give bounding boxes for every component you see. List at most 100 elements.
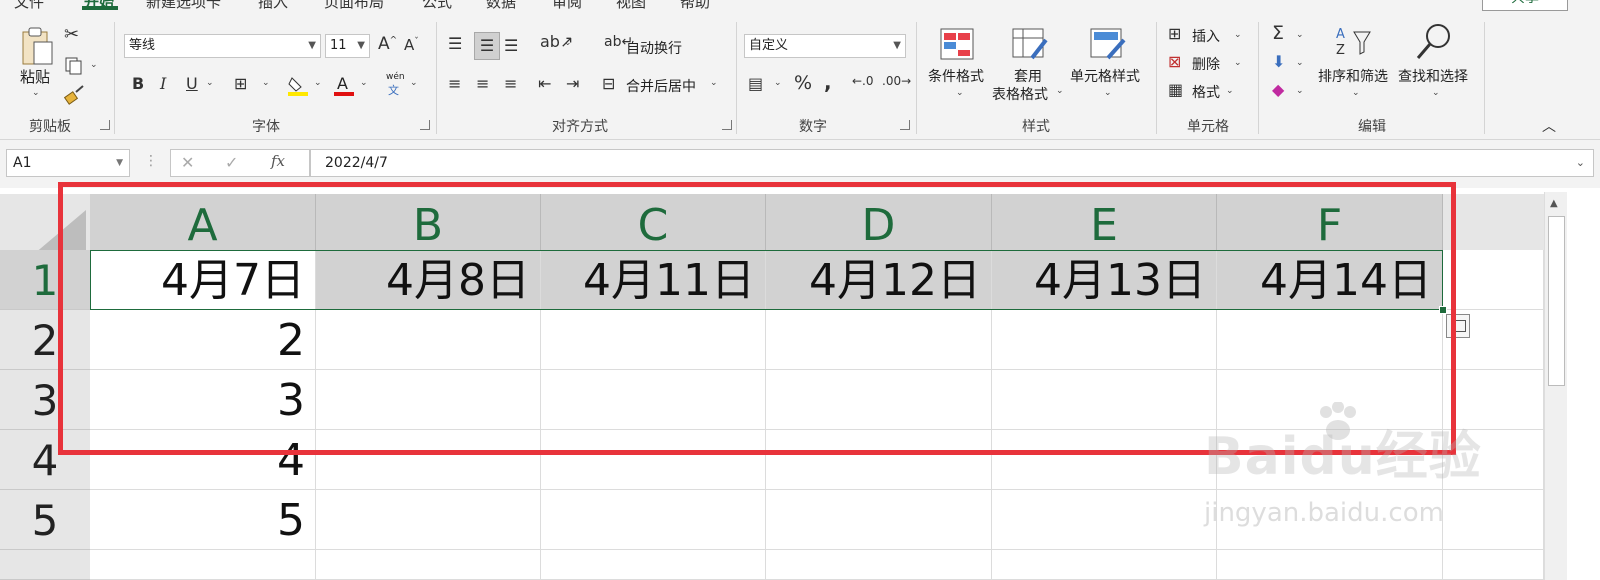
phonetic-dropdown-chevron-icon[interactable]: ⌄ [410,78,418,88]
fill-color-dropdown-chevron-icon[interactable]: ⌄ [314,78,322,88]
cell-a5[interactable]: 5 [90,490,316,550]
autosum-chevron-icon[interactable]: ⌄ [1296,30,1304,40]
sort-filter-icon[interactable]: A Z [1334,24,1374,62]
underline-icon[interactable]: U [186,74,198,93]
insert-cells-label[interactable]: 插入 [1192,26,1220,46]
insert-cells-icon[interactable]: ⊞ [1168,24,1181,43]
tab-file[interactable]: 文件 [14,0,44,12]
number-format-dropdown-icon[interactable]: ▼ [893,35,901,57]
autosum-icon[interactable]: Σ [1272,22,1284,44]
cell-b6[interactable] [316,550,541,580]
formula-bar-resize-icon[interactable]: ⋮ [144,153,158,169]
paste-icon[interactable] [20,26,56,68]
increase-font-size-icon[interactable]: A^ [378,34,397,54]
conditional-formatting-label[interactable]: 条件格式 [928,66,984,86]
align-bottom-icon[interactable]: ☰ [504,36,518,55]
cell-e5[interactable] [992,490,1217,550]
sort-filter-label[interactable]: 排序和筛选 [1318,66,1388,86]
merge-center-label[interactable]: 合并后居中 [626,76,696,96]
copy-dropdown-chevron-icon[interactable]: ⌄ [90,60,98,70]
cell-d6[interactable] [766,550,992,580]
cell-styles-label[interactable]: 单元格样式 [1070,66,1140,86]
paste-label[interactable]: 粘贴 [20,66,50,87]
tab-help[interactable]: 帮助 [680,0,710,12]
font-color-icon[interactable]: A [332,74,356,96]
font-dialog-launcher-icon[interactable] [420,120,430,130]
format-cells-label[interactable]: 格式 [1192,82,1220,102]
tab-new[interactable]: 新建选项卡 [146,0,221,12]
find-select-chevron-icon[interactable]: ⌄ [1432,88,1440,98]
clear-chevron-icon[interactable]: ⌄ [1296,86,1304,96]
insert-function-icon[interactable]: fx [271,152,285,170]
format-cells-chevron-icon[interactable]: ⌄ [1226,86,1234,96]
copy-icon[interactable] [64,56,84,76]
cell-g6[interactable] [1443,550,1544,580]
paste-dropdown-chevron-icon[interactable]: ⌄ [32,88,40,98]
insert-cells-chevron-icon[interactable]: ⌄ [1234,30,1242,40]
format-as-table-icon[interactable] [1012,28,1048,62]
borders-icon[interactable]: ⊞ [234,74,247,93]
decrease-font-size-icon[interactable]: Aˇ [404,36,419,54]
conditional-formatting-chevron-icon[interactable]: ⌄ [956,88,964,98]
decrease-decimal-icon[interactable]: .00→ [882,74,911,88]
comma-style-icon[interactable]: , [824,70,832,94]
align-left-icon[interactable]: ≡ [448,74,461,93]
alignment-dialog-launcher-icon[interactable] [722,120,732,130]
decrease-indent-icon[interactable]: ⇤ [538,74,551,93]
clipboard-dialog-launcher-icon[interactable] [100,120,110,130]
clear-icon[interactable]: ◆ [1272,80,1284,99]
wrap-text-label[interactable]: 自动换行 [626,38,682,58]
cancel-entry-icon[interactable]: ✕ [181,153,194,172]
sort-filter-chevron-icon[interactable]: ⌄ [1352,88,1360,98]
align-center-icon[interactable]: ≡ [476,74,489,93]
name-box-dropdown-icon[interactable]: ▼ [116,150,123,176]
row-header-5[interactable]: 5 [0,490,90,550]
align-right-icon[interactable]: ≡ [504,74,517,93]
find-select-icon[interactable] [1414,22,1454,62]
delete-cells-icon[interactable]: ⊠ [1168,52,1181,71]
align-top-icon[interactable]: ☰ [448,34,462,53]
cell-c5[interactable] [541,490,766,550]
merge-center-icon[interactable]: ⊟ [602,74,615,93]
expand-formula-bar-icon[interactable]: ⌄ [1576,150,1585,176]
format-as-table-label-2[interactable]: 表格格式 [992,84,1048,104]
format-as-table-label-1[interactable]: 套用 [1014,66,1042,86]
cut-icon[interactable]: ✂ [64,24,79,45]
column-header-g[interactable] [1443,194,1544,250]
confirm-entry-icon[interactable]: ✓ [225,153,238,172]
font-name-combo[interactable]: 等线 ▼ [124,34,321,58]
tab-view[interactable]: 视图 [616,0,646,12]
bold-icon[interactable]: B [132,74,144,93]
collapse-ribbon-icon[interactable]: ︿ [1542,116,1556,136]
row-header-6[interactable] [0,550,90,580]
cell-b5[interactable] [316,490,541,550]
increase-indent-icon[interactable]: ⇥ [566,74,579,93]
cell-a6[interactable] [90,550,316,580]
format-painter-icon[interactable] [64,84,86,106]
formula-input[interactable]: 2022/4/7 ⌄ [310,149,1594,177]
align-middle-icon[interactable]: ☰ [474,32,500,60]
format-as-table-chevron-icon[interactable]: ⌄ [1056,86,1064,96]
tab-data[interactable]: 数据 [486,0,516,12]
tab-formulas[interactable]: 公式 [422,0,452,12]
find-select-label[interactable]: 查找和选择 [1398,66,1468,86]
fill-chevron-icon[interactable]: ⌄ [1296,58,1304,68]
orientation-dropdown-chevron-icon[interactable]: ⌄ [564,38,572,48]
phonetic-guide-icon[interactable]: 文 [388,82,399,98]
cell-f6[interactable] [1217,550,1443,580]
tab-review[interactable]: 审阅 [552,0,582,12]
cell-g5[interactable] [1443,490,1544,550]
borders-dropdown-chevron-icon[interactable]: ⌄ [262,78,270,88]
number-dialog-launcher-icon[interactable] [900,120,910,130]
vertical-scrollbar[interactable]: ▲ [1544,192,1567,580]
tab-insert[interactable]: 插入 [258,0,288,12]
font-size-dropdown-icon[interactable]: ▼ [357,35,365,57]
scroll-up-icon[interactable]: ▲ [1550,198,1558,209]
tab-page-layout[interactable]: 页面布局 [324,0,384,12]
increase-decimal-icon[interactable]: ←.0 [852,74,874,88]
font-size-combo[interactable]: 11 ▼ [325,34,370,58]
delete-cells-label[interactable]: 删除 [1192,54,1220,74]
share-button[interactable]: 共享 [1482,0,1568,11]
conditional-formatting-icon[interactable] [940,28,974,60]
cell-c6[interactable] [541,550,766,580]
